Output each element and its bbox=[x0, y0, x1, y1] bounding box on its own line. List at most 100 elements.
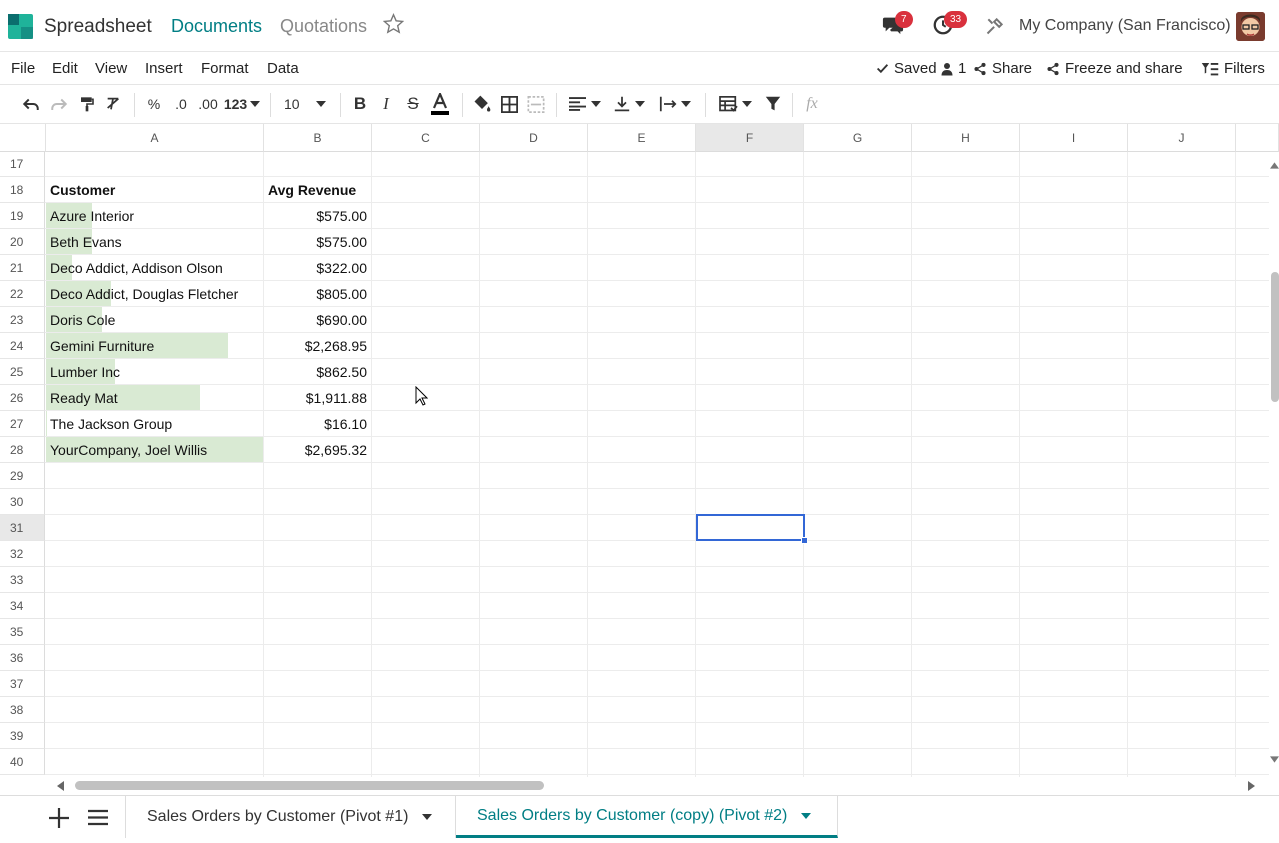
column-header-e[interactable]: E bbox=[588, 124, 696, 152]
column-header-h[interactable]: H bbox=[912, 124, 1020, 152]
menu-file[interactable]: File bbox=[11, 60, 35, 77]
cell-customer[interactable]: Ready Mat bbox=[50, 385, 259, 410]
debug-tools-icon[interactable] bbox=[985, 16, 1005, 41]
column-header-a[interactable]: A bbox=[46, 124, 264, 152]
row-header-38[interactable]: 38 bbox=[0, 697, 45, 723]
spreadsheet-grid[interactable]: A B C D E F G H I J 17 18 19 20 21 22 23 24 25 26 27 28 29 30 31… bbox=[0, 124, 1279, 777]
row-header-32[interactable]: 32 bbox=[0, 541, 45, 567]
filters-button[interactable]: Filters bbox=[1201, 60, 1265, 77]
cell-customer[interactable]: YourCompany, Joel Willis bbox=[50, 437, 259, 462]
cell-customer[interactable]: Lumber Inc bbox=[50, 359, 259, 384]
breadcrumb-documents[interactable]: Documents bbox=[171, 16, 262, 37]
row-header-35[interactable]: 35 bbox=[0, 619, 45, 645]
cell-customer[interactable]: Doris Cole bbox=[50, 307, 259, 332]
filter-icon[interactable] bbox=[762, 85, 784, 123]
row-header-34[interactable]: 34 bbox=[0, 593, 45, 619]
sheet-tab-pivot-1[interactable]: Sales Orders by Customer (Pivot #1) bbox=[126, 796, 456, 838]
font-size-dropdown[interactable]: 10 bbox=[280, 85, 330, 123]
cell-customer[interactable]: The Jackson Group bbox=[50, 411, 259, 436]
column-header-j[interactable]: J bbox=[1128, 124, 1236, 152]
app-name[interactable]: Spreadsheet bbox=[44, 16, 152, 38]
column-header-d[interactable]: D bbox=[480, 124, 588, 152]
cell-avg-revenue[interactable]: $322.00 bbox=[268, 255, 367, 280]
autofill-handle[interactable] bbox=[801, 537, 808, 544]
text-color-icon[interactable] bbox=[429, 85, 451, 123]
row-header-19[interactable]: 19 bbox=[0, 203, 45, 229]
column-header-c[interactable]: C bbox=[372, 124, 480, 152]
italic-icon[interactable]: I bbox=[376, 85, 396, 123]
user-avatar[interactable] bbox=[1236, 12, 1265, 41]
spreadsheet-app-icon[interactable] bbox=[8, 14, 33, 39]
row-header-27[interactable]: 27 bbox=[0, 411, 45, 437]
cell-customer[interactable]: Gemini Furniture bbox=[50, 333, 259, 358]
number-format-dropdown[interactable]: 123 bbox=[223, 85, 261, 123]
favorite-star-icon[interactable] bbox=[382, 12, 405, 39]
cell-avg-revenue[interactable]: $575.00 bbox=[268, 203, 367, 228]
row-header-17[interactable]: 17 bbox=[0, 151, 45, 177]
horizontal-scroll-thumb[interactable] bbox=[75, 781, 544, 790]
sheet-tab-pivot-2[interactable]: Sales Orders by Customer (copy) (Pivot #… bbox=[456, 796, 838, 838]
row-header-31[interactable]: 31 bbox=[0, 515, 45, 541]
row-header-29[interactable]: 29 bbox=[0, 463, 45, 489]
caret-down-icon[interactable] bbox=[801, 812, 812, 819]
cell-avg-revenue[interactable]: $805.00 bbox=[268, 281, 367, 306]
cell-customer[interactable]: Deco Addict, Douglas Fletcher bbox=[50, 281, 259, 306]
row-header-26[interactable]: 26 bbox=[0, 385, 45, 411]
borders-icon[interactable] bbox=[498, 85, 520, 123]
scroll-down-arrow-icon[interactable] bbox=[1270, 756, 1279, 763]
row-header-23[interactable]: 23 bbox=[0, 307, 45, 333]
column-header-b[interactable]: B bbox=[264, 124, 372, 152]
horizontal-scrollbar[interactable] bbox=[0, 777, 1279, 795]
undo-icon[interactable] bbox=[20, 85, 42, 123]
increase-decimal-button[interactable]: .00 bbox=[196, 85, 220, 123]
row-header-21[interactable]: 21 bbox=[0, 255, 45, 281]
cell-avg-revenue[interactable]: $862.50 bbox=[268, 359, 367, 384]
vertical-scroll-thumb[interactable] bbox=[1271, 272, 1279, 402]
row-header-37[interactable]: 37 bbox=[0, 671, 45, 697]
connected-users[interactable]: 1 bbox=[941, 60, 966, 77]
menu-data[interactable]: Data bbox=[267, 60, 299, 77]
scroll-right-arrow-icon[interactable] bbox=[1248, 781, 1255, 791]
scroll-left-arrow-icon[interactable] bbox=[57, 781, 64, 791]
strikethrough-icon[interactable]: S bbox=[403, 85, 423, 123]
cell-header-customer[interactable]: Customer bbox=[50, 177, 259, 202]
cell-avg-revenue[interactable]: $575.00 bbox=[268, 229, 367, 254]
row-header-39[interactable]: 39 bbox=[0, 723, 45, 749]
row-header-22[interactable]: 22 bbox=[0, 281, 45, 307]
row-header-25[interactable]: 25 bbox=[0, 359, 45, 385]
menu-view[interactable]: View bbox=[95, 60, 127, 77]
row-header-40[interactable]: 40 bbox=[0, 749, 45, 775]
cell-avg-revenue[interactable]: $2,695.32 bbox=[268, 437, 367, 462]
cell-customer[interactable]: Beth Evans bbox=[50, 229, 259, 254]
format-percent-button[interactable]: % bbox=[144, 85, 164, 123]
text-wrap-dropdown[interactable] bbox=[656, 85, 694, 123]
column-header-f[interactable]: F bbox=[696, 124, 804, 152]
fill-color-icon[interactable] bbox=[471, 85, 493, 123]
cell-customer[interactable]: Deco Addict, Addison Olson bbox=[50, 255, 259, 280]
company-switcher[interactable]: My Company (San Francisco) bbox=[1019, 17, 1231, 35]
menu-insert[interactable]: Insert bbox=[145, 60, 183, 77]
sheet-list-menu-icon[interactable] bbox=[87, 809, 109, 831]
row-header-24[interactable]: 24 bbox=[0, 333, 45, 359]
cell-avg-revenue[interactable]: $16.10 bbox=[268, 411, 367, 436]
cell-avg-revenue[interactable]: $690.00 bbox=[268, 307, 367, 332]
selected-cell-F31[interactable] bbox=[696, 514, 805, 541]
bold-icon[interactable]: B bbox=[350, 85, 370, 123]
clear-format-icon[interactable] bbox=[102, 85, 124, 123]
cell-header-avg-revenue[interactable]: Avg Revenue bbox=[268, 177, 367, 202]
freeze-and-share-button[interactable]: Freeze and share bbox=[1046, 60, 1183, 77]
row-header-28[interactable]: 28 bbox=[0, 437, 45, 463]
horizontal-align-dropdown[interactable] bbox=[566, 85, 604, 123]
vertical-align-dropdown[interactable] bbox=[610, 85, 648, 123]
share-button[interactable]: Share bbox=[973, 60, 1032, 77]
row-header-33[interactable]: 33 bbox=[0, 567, 45, 593]
menu-format[interactable]: Format bbox=[201, 60, 249, 77]
menu-edit[interactable]: Edit bbox=[52, 60, 78, 77]
vertical-scrollbar[interactable] bbox=[1269, 152, 1279, 777]
row-header-18[interactable]: 18 bbox=[0, 177, 45, 203]
redo-icon[interactable] bbox=[48, 85, 70, 123]
scroll-up-arrow-icon[interactable] bbox=[1270, 162, 1279, 169]
cell-avg-revenue[interactable]: $2,268.95 bbox=[268, 333, 367, 358]
cell-avg-revenue[interactable]: $1,911.88 bbox=[268, 385, 367, 410]
corner-cell[interactable] bbox=[0, 124, 46, 152]
